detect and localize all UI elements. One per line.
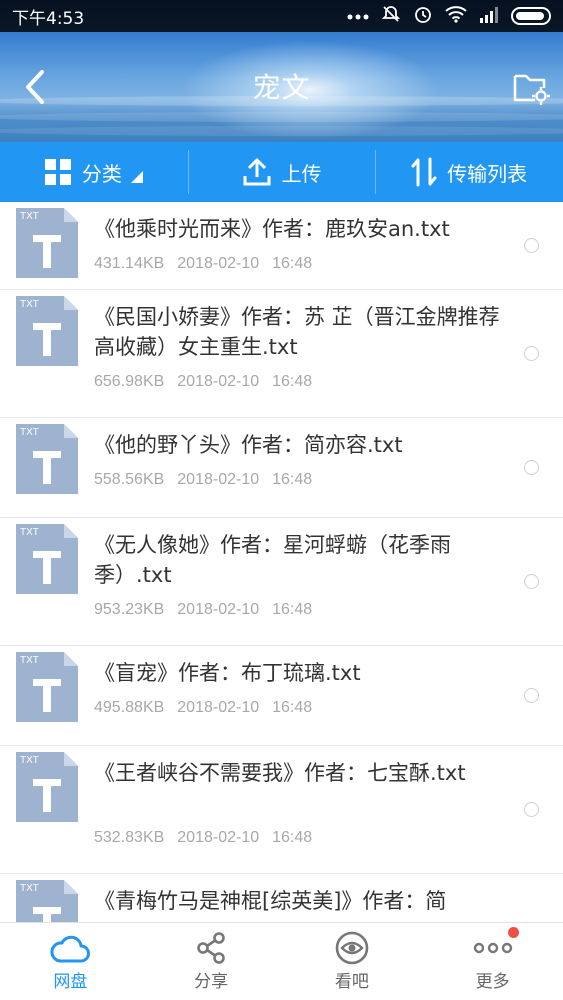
grid-icon [44, 159, 71, 185]
cloud-icon [50, 935, 91, 963]
select-radio[interactable] [524, 346, 539, 361]
txt-file-icon: TXT [16, 424, 78, 494]
file-name: 《他的野丫头》作者：简亦容.txt [94, 433, 403, 457]
select-radio[interactable] [524, 238, 539, 253]
select-radio[interactable] [524, 688, 539, 703]
notification-dot [508, 927, 520, 938]
file-name: 《无人像她》作者：星河蜉蝣（花季雨季）.txt [94, 533, 451, 587]
select-radio[interactable] [524, 574, 539, 589]
folder-gear-icon [513, 74, 550, 105]
file-meta: 532.83KB 2018-02-10 16:48 [94, 828, 312, 848]
transfer-arrows-icon [411, 157, 437, 187]
file-row[interactable]: TXT 《盲宠》作者：布丁琉璃.txt 495.88KB 2018-02-10 16:4… [0, 646, 563, 746]
status-time: 下午4:53 [12, 8, 85, 29]
file-row[interactable]: TXT 《他乘时光而来》作者：鹿玖安an.txt 431.14KB 2018-02-1… [0, 202, 563, 290]
file-size: 532.83KB [94, 829, 165, 846]
dropdown-triangle-icon [130, 171, 143, 183]
svg-text:TXT: TXT [20, 299, 39, 310]
nav-item-more[interactable]: 更多 [422, 923, 563, 1000]
file-size: 656.98KB [94, 373, 165, 390]
txt-file-icon: TXT [16, 296, 78, 366]
upload-icon [243, 158, 270, 186]
file-time: 16:48 [272, 699, 313, 716]
nav-item-disk[interactable]: 网盘 [0, 923, 141, 1000]
nav-label: 更多 [475, 972, 510, 992]
file-list: TXT 《他乘时光而来》作者：鹿玖安an.txt 431.14KB 2018-02-1… [0, 202, 563, 922]
file-row[interactable]: TXT 《青梅竹马是神棍[综英美]》作者：简 [0, 874, 563, 922]
file-time: 16:48 [272, 601, 313, 618]
file-time: 16:48 [272, 255, 313, 272]
folder-settings-button[interactable] [511, 68, 551, 106]
svg-text:TXT: TXT [20, 211, 39, 222]
file-row[interactable]: TXT 《无人像她》作者：星河蜉蝣（花季雨季）.txt 953.23KB 2018-0… [0, 518, 563, 646]
nav-item-share[interactable]: 分享 [141, 923, 282, 1000]
svg-text:TXT: TXT [20, 755, 39, 766]
file-meta: 953.23KB 2018-02-10 16:48 [94, 600, 312, 620]
title-bar: 宠文 [0, 32, 563, 142]
file-date: 2018-02-10 [177, 699, 260, 716]
file-time: 16:48 [272, 471, 313, 488]
status-icons [347, 4, 551, 29]
chevron-left-icon [26, 70, 44, 104]
status-bar: 下午4:53 [0, 0, 563, 32]
select-radio[interactable] [524, 460, 539, 475]
alarm-icon [413, 4, 433, 29]
file-name: 《盲宠》作者：布丁琉璃.txt [94, 661, 361, 685]
file-size: 495.88KB [94, 699, 165, 716]
file-row[interactable]: TXT 《民国小娇妻》作者：苏 芷（晋江金牌推荐 高收藏）女主重生.txt 656.… [0, 290, 563, 418]
page-title: 宠文 [252, 71, 311, 104]
svg-text:TXT: TXT [20, 427, 39, 438]
txt-file-icon: TXT [16, 208, 78, 278]
svg-text:TXT: TXT [20, 527, 39, 538]
upload-label: 上传 [281, 161, 322, 186]
txt-file-icon: TXT [16, 652, 78, 722]
file-name: 《王者峡谷不需要我》作者：七宝酥.txt [94, 761, 466, 785]
nav-label: 看吧 [334, 972, 369, 992]
back-button[interactable] [20, 64, 56, 110]
bottom-nav: 网盘 分享 看吧 更多 [0, 922, 563, 1000]
file-date: 2018-02-10 [177, 255, 260, 272]
file-size: 558.56KB [94, 471, 165, 488]
eye-icon [335, 931, 369, 965]
txt-file-icon: TXT [16, 752, 78, 822]
nav-item-watch[interactable]: 看吧 [282, 923, 423, 1000]
file-meta: 495.88KB 2018-02-10 16:48 [94, 698, 312, 718]
file-name: 《青梅竹马是神棍[综英美]》作者：简 [94, 889, 447, 913]
transfer-label: 传输列表 [447, 161, 528, 186]
nav-label: 分享 [194, 972, 229, 992]
category-button[interactable]: 分类 [0, 142, 188, 202]
transfer-list-button[interactable]: 传输列表 [375, 142, 563, 202]
file-size: 953.23KB [94, 601, 165, 618]
action-toolbar: 分类 上传 传输列表 [0, 142, 563, 202]
file-date: 2018-02-10 [177, 373, 260, 390]
file-time: 16:48 [272, 373, 313, 390]
more-dots-icon [473, 942, 512, 954]
upload-button[interactable]: 上传 [187, 142, 376, 202]
wifi-icon [445, 5, 467, 28]
file-date: 2018-02-10 [177, 471, 260, 488]
file-time: 16:48 [272, 829, 313, 846]
nav-label: 网盘 [53, 972, 88, 992]
file-name: 《他乘时光而来》作者：鹿玖安an.txt [94, 217, 450, 241]
svg-text:TXT: TXT [20, 655, 39, 666]
mute-icon [381, 4, 401, 29]
signal-dots-icon [347, 6, 369, 26]
file-size: 431.14KB [94, 255, 165, 272]
cell-signal-icon [479, 5, 499, 28]
txt-file-icon: TXT [16, 524, 78, 594]
txt-file-icon: TXT [16, 880, 78, 922]
file-meta: 558.56KB 2018-02-10 16:48 [94, 470, 312, 490]
file-meta: 431.14KB 2018-02-10 16:48 [94, 254, 312, 274]
battery-icon [511, 7, 551, 25]
file-row[interactable]: TXT 《王者峡谷不需要我》作者：七宝酥.txt 532.83KB 2018-02-1… [0, 746, 563, 874]
share-icon [197, 932, 225, 964]
category-label: 分类 [81, 161, 122, 186]
file-date: 2018-02-10 [177, 601, 260, 618]
file-meta: 656.98KB 2018-02-10 16:48 [94, 372, 312, 392]
svg-text:TXT: TXT [20, 883, 39, 894]
select-radio[interactable] [524, 802, 539, 817]
file-row[interactable]: TXT 《他的野丫头》作者：简亦容.txt 558.56KB 2018-02-10 16… [0, 418, 563, 518]
file-name: 《民国小娇妻》作者：苏 芷（晋江金牌推荐 高收藏）女主重生.txt [94, 305, 500, 359]
file-date: 2018-02-10 [177, 829, 260, 846]
